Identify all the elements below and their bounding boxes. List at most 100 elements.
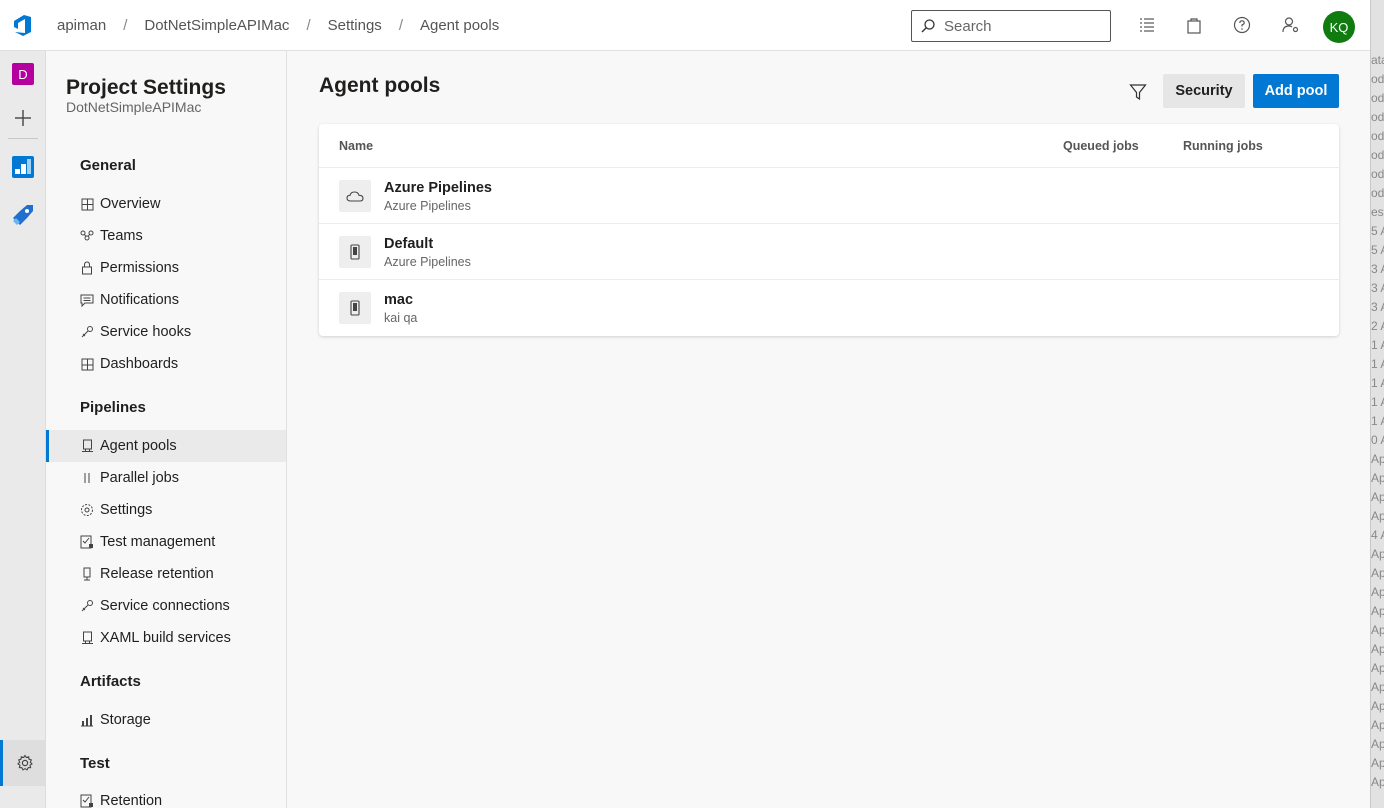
background-text-fragment: od	[1371, 129, 1384, 143]
pool-name[interactable]: Default	[384, 236, 433, 252]
nav-item-label: Service hooks	[100, 324, 192, 340]
agent-pools-table: Name Queued jobs Running jobs Azure Pipe…	[319, 124, 1339, 336]
nav-item-retention[interactable]: Retention	[46, 785, 286, 808]
cloud-icon	[346, 191, 364, 202]
background-text-fragment: od	[1371, 186, 1384, 200]
nav-item-label: Permissions	[100, 260, 179, 276]
project-initial: D	[12, 63, 34, 85]
nav-item-test-management[interactable]: Test management	[46, 526, 286, 558]
background-text-fragment: Ap	[1371, 661, 1384, 675]
background-text-fragment: 5 A	[1371, 224, 1384, 238]
background-text-fragment: Ap	[1371, 756, 1384, 770]
agent-pools-icon	[80, 439, 94, 453]
project-settings-nav-panel: Project Settings DotNetSimpleAPIMac Gene…	[46, 51, 287, 808]
background-text-fragment: 1 A	[1371, 414, 1384, 428]
pool-name[interactable]: Azure Pipelines	[384, 180, 492, 196]
avatar[interactable]: KQ	[1323, 11, 1355, 43]
background-text-fragment: Ap	[1371, 680, 1384, 694]
new-project-button[interactable]	[0, 100, 46, 136]
pool-owner: Azure Pipelines	[384, 199, 471, 213]
pipelines-nav[interactable]	[0, 197, 46, 233]
nav-item-notifications[interactable]: Notifications	[46, 284, 286, 316]
search-input[interactable]	[944, 17, 1104, 35]
nav-item-dashboards[interactable]: Dashboards	[46, 348, 286, 380]
boards-icon	[12, 156, 34, 178]
background-text-fragment: Ap	[1371, 547, 1384, 561]
table-row[interactable]: mac kai qa	[319, 280, 1339, 336]
settings-panel-subtitle: DotNetSimpleAPIMac	[66, 99, 202, 115]
project-settings-nav[interactable]	[0, 740, 46, 786]
background-text-fragment: 5 A	[1371, 243, 1384, 257]
nav-item-label: XAML build services	[100, 630, 231, 646]
background-text-fragment: 1 A	[1371, 357, 1384, 371]
breadcrumb-project[interactable]: DotNetSimpleAPIMac	[144, 17, 289, 34]
background-text-fragment: ata	[1371, 53, 1384, 67]
gear-icon	[80, 503, 94, 517]
nav-item-service-hooks[interactable]: Service hooks	[46, 316, 286, 348]
background-window-edge: ata od od od od od od od est 5 A 5 A 3 A 3 A 3 A 2 A 1 …	[1370, 0, 1384, 808]
column-header-queued-jobs[interactable]: Queued jobs	[1063, 139, 1139, 153]
nav-group-test: Test	[80, 755, 110, 772]
breadcrumb-agent-pools[interactable]: Agent pools	[420, 17, 499, 34]
nav-item-service-connections[interactable]: Service connections	[46, 590, 286, 622]
pipelines-icon	[13, 205, 33, 225]
background-text-fragment: od	[1371, 148, 1384, 162]
project-tile[interactable]: D	[0, 56, 46, 92]
nav-item-label: Service connections	[100, 598, 230, 614]
user-settings-icon[interactable]	[1280, 14, 1302, 36]
background-text-fragment: Ap	[1371, 490, 1384, 504]
breadcrumb-separator: /	[306, 16, 311, 34]
release-retention-icon	[80, 567, 94, 581]
filter-button[interactable]	[1124, 78, 1152, 106]
background-text-fragment: Ap	[1371, 737, 1384, 751]
background-text-fragment: od	[1371, 72, 1384, 86]
nav-item-parallel-jobs[interactable]: Parallel jobs	[46, 462, 286, 494]
background-text-fragment: est	[1371, 205, 1384, 219]
security-button[interactable]: Security	[1163, 74, 1245, 108]
column-header-name[interactable]: Name	[339, 139, 373, 153]
nav-item-pipeline-settings[interactable]: Settings	[46, 494, 286, 526]
background-text-fragment: od	[1371, 110, 1384, 124]
nav-item-teams[interactable]: Teams	[46, 220, 286, 252]
background-text-fragment: 1 A	[1371, 376, 1384, 390]
breadcrumb-settings[interactable]: Settings	[328, 17, 382, 34]
search-box[interactable]	[911, 10, 1111, 42]
retention-icon	[80, 794, 94, 808]
settings-panel-title: Project Settings	[66, 76, 226, 99]
table-row[interactable]: Azure Pipelines Azure Pipelines	[319, 168, 1339, 224]
nav-item-storage[interactable]: Storage	[46, 704, 286, 736]
table-row[interactable]: Default Azure Pipelines	[319, 224, 1339, 280]
overview-icon	[80, 197, 94, 211]
lock-icon	[80, 261, 94, 275]
parallel-jobs-icon	[80, 471, 94, 485]
nav-item-xaml-build-services[interactable]: XAML build services	[46, 622, 286, 654]
azure-devops-logo[interactable]	[0, 0, 46, 51]
top-header: apiman / DotNetSimpleAPIMac / Settings /…	[0, 0, 1370, 51]
expand-rail-button[interactable]	[0, 791, 46, 808]
test-management-icon	[80, 535, 94, 549]
search-icon	[921, 19, 935, 33]
nav-item-permissions[interactable]: Permissions	[46, 252, 286, 284]
nav-item-label: Dashboards	[100, 356, 179, 372]
pool-owner: Azure Pipelines	[384, 255, 471, 269]
background-text-fragment: Ap	[1371, 471, 1384, 485]
column-header-running-jobs[interactable]: Running jobs	[1183, 139, 1263, 153]
background-text-fragment: 3 A	[1371, 281, 1384, 295]
background-text-fragment: 2 A	[1371, 319, 1384, 333]
breadcrumb-org[interactable]: apiman	[57, 17, 106, 34]
nav-group-general: General	[80, 157, 136, 174]
boards-nav[interactable]	[0, 149, 46, 185]
marketplace-bag-icon[interactable]	[1183, 14, 1205, 36]
teams-icon	[80, 229, 94, 243]
pool-icon	[339, 292, 371, 324]
nav-item-label: Settings	[100, 502, 153, 518]
pool-name[interactable]: mac	[384, 292, 413, 308]
background-text-fragment: od	[1371, 167, 1384, 181]
add-pool-button[interactable]: Add pool	[1253, 74, 1339, 108]
breadcrumb: apiman / DotNetSimpleAPIMac / Settings /…	[57, 17, 499, 34]
nav-item-agent-pools[interactable]: Agent pools	[46, 430, 286, 462]
help-icon[interactable]	[1231, 14, 1253, 36]
nav-item-release-retention[interactable]: Release retention	[46, 558, 286, 590]
nav-item-overview[interactable]: Overview	[46, 188, 286, 220]
work-items-list-icon[interactable]	[1136, 14, 1158, 36]
